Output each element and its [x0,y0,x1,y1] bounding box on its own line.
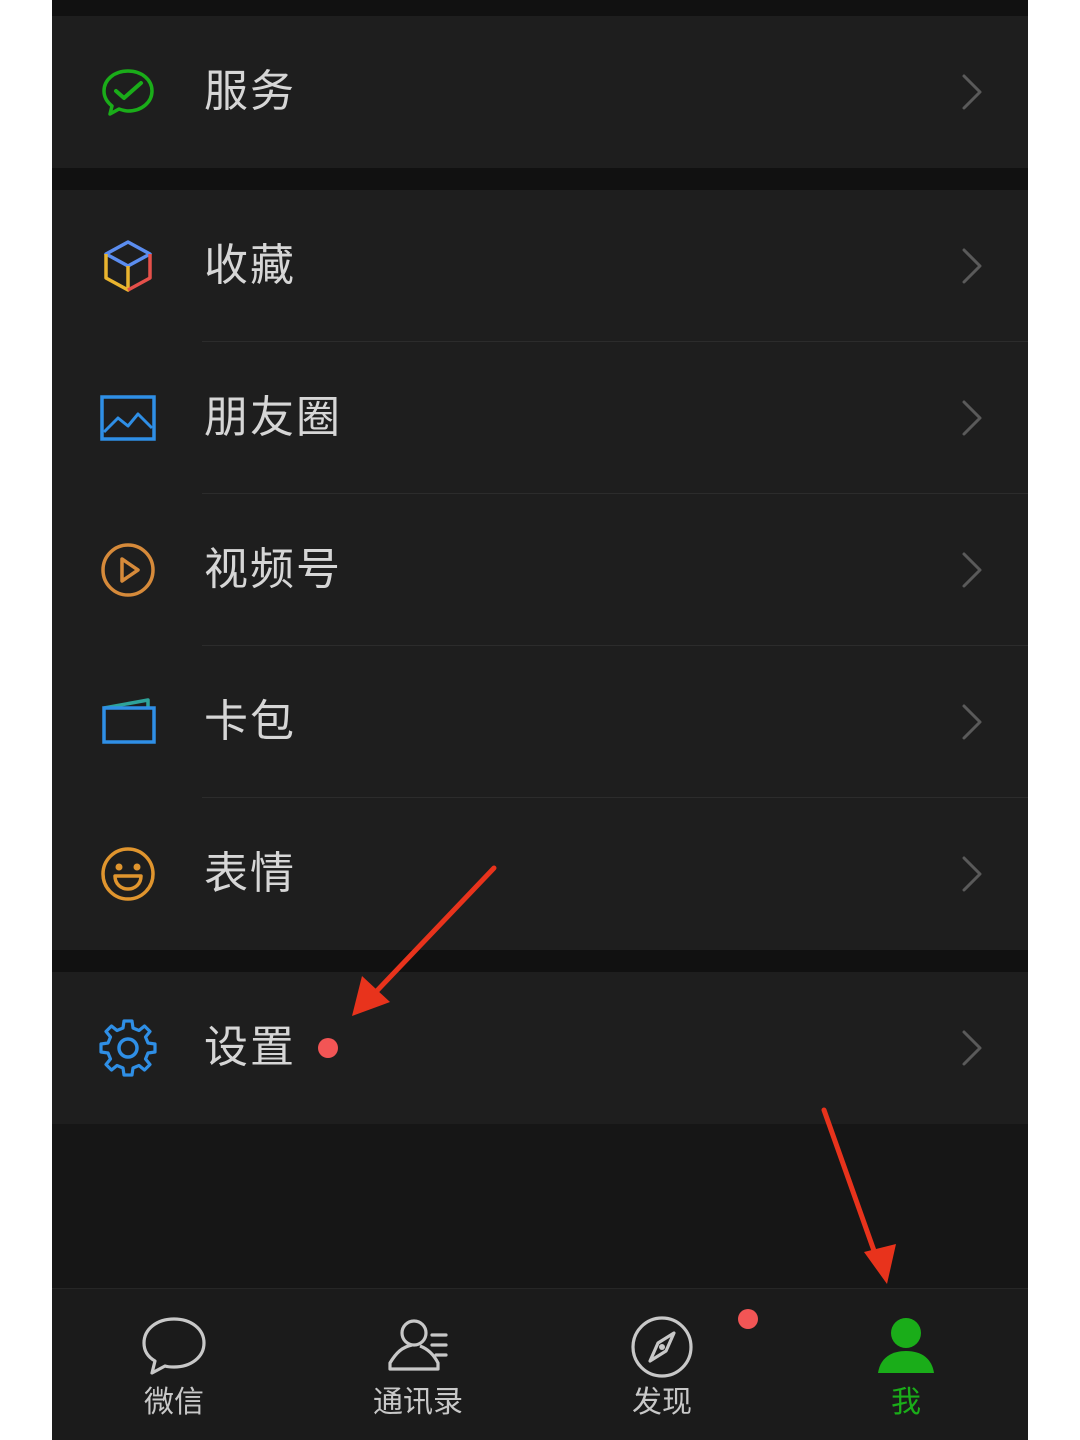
tab-chats[interactable]: 微信 [52,1289,296,1440]
compass-icon [626,1311,698,1383]
menu-item-moments[interactable]: 朋友圈 [52,342,1028,494]
chevron-right-icon [960,1028,984,1068]
smiley-icon [98,844,158,904]
tab-discover[interactable]: 发现 [540,1289,784,1440]
play-circle-icon [98,540,158,600]
card-wallet-icon [98,692,158,752]
chevron-right-icon [960,246,984,286]
tab-me[interactable]: 我 [784,1289,1028,1440]
contacts-icon [382,1311,454,1383]
tab-label: 微信 [144,1385,204,1420]
menu-item-stickers[interactable]: 表情 [52,798,1028,950]
tab-label: 发现 [632,1385,692,1420]
chat-bubble-icon [138,1311,210,1383]
wechat-pay-check-icon [98,62,158,122]
cube-icon [98,236,158,296]
chevron-right-icon [960,550,984,590]
menu-item-label: 朋友圈 [204,392,342,443]
notification-dot [318,1038,338,1058]
menu-item-channels[interactable]: 视频号 [52,494,1028,646]
menu-item-settings[interactable]: 设置 [52,972,1028,1124]
chevron-right-icon [960,854,984,894]
chevron-right-icon [960,702,984,742]
bottom-tab-bar: 微信 通讯录 发现 我 [52,1288,1028,1440]
tab-label: 通讯录 [373,1385,463,1420]
picture-icon [98,388,158,448]
top-separator [52,0,1028,16]
menu-item-label: 卡包 [204,696,296,747]
notification-dot [738,1309,758,1329]
menu-item-card-wallet[interactable]: 卡包 [52,646,1028,798]
menu-item-label: 视频号 [204,544,342,595]
person-icon [870,1311,942,1383]
tab-label: 我 [891,1385,921,1420]
menu-item-favorites[interactable]: 收藏 [52,190,1028,342]
empty-area [52,1124,1028,1288]
section-gap [52,168,1028,190]
tab-contacts[interactable]: 通讯录 [296,1289,540,1440]
gear-icon [98,1018,158,1078]
menu-item-label: 服务 [204,66,296,117]
section-gap [52,950,1028,972]
menu-item-label: 表情 [204,848,296,899]
menu-item-label: 设置 [204,1022,296,1073]
menu-item-label: 收藏 [204,240,296,291]
menu-item-services[interactable]: 服务 [52,16,1028,168]
chevron-right-icon [960,398,984,438]
wechat-me-screen: 服务 收藏 朋友圈 视频号 卡包 表情 设置 微信 通讯录 发现 我 [52,0,1028,1440]
chevron-right-icon [960,72,984,112]
